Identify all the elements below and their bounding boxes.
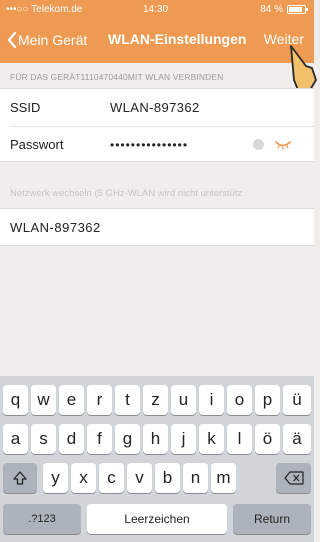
key-e[interactable]: e xyxy=(59,385,84,415)
key-s[interactable]: s xyxy=(31,424,56,454)
key-j[interactable]: j xyxy=(171,424,196,454)
key-k[interactable]: k xyxy=(199,424,224,454)
shift-key[interactable] xyxy=(3,463,37,493)
numbers-mode-key[interactable]: .?123 xyxy=(3,504,81,534)
key-l[interactable]: l xyxy=(227,424,252,454)
key-q[interactable]: q xyxy=(3,385,28,415)
key-z[interactable]: z xyxy=(143,385,168,415)
key-c[interactable]: c xyxy=(99,463,124,493)
key-ae[interactable]: ä xyxy=(283,424,311,454)
chevron-left-icon xyxy=(7,31,17,49)
key-g[interactable]: g xyxy=(115,424,140,454)
key-t[interactable]: t xyxy=(115,385,140,415)
key-oe[interactable]: ö xyxy=(255,424,280,454)
back-label: Mein Gerät xyxy=(18,32,88,48)
backspace-key[interactable] xyxy=(276,463,311,493)
key-ue[interactable]: ü xyxy=(283,385,311,415)
key-w[interactable]: w xyxy=(31,385,56,415)
ssid-label: SSID xyxy=(10,100,41,115)
page-title: WLAN-Einstellungen xyxy=(108,31,247,47)
key-o[interactable]: o xyxy=(227,385,252,415)
section-header-connect: FÜR DAS GERÄT1110470440MIT WLAN VERBINDE… xyxy=(10,72,224,82)
key-p[interactable]: p xyxy=(255,385,280,415)
navigation-bar: Mein Gerät WLAN-Einstellungen Weiter xyxy=(0,22,314,58)
key-v[interactable]: v xyxy=(127,463,152,493)
key-f[interactable]: f xyxy=(87,424,112,454)
key-b[interactable]: b xyxy=(155,463,180,493)
top-bar: •••○○ Telekom.de 14:30 84 % Mein Gerät W… xyxy=(0,0,314,63)
key-u[interactable]: u xyxy=(171,385,196,415)
keyboard: q w e r t z u i o p ü a s d f g h j k l … xyxy=(0,376,314,542)
key-d[interactable]: d xyxy=(59,424,84,454)
key-n[interactable]: n xyxy=(183,463,208,493)
section-header-network: Netzwerk wechseln (5 GHz-WLAN wird nicht… xyxy=(10,188,243,199)
ssid-row[interactable]: SSID WLAN-897362 xyxy=(0,89,314,126)
network-list: WLAN-897362 xyxy=(0,208,314,246)
wifi-credentials-group: SSID WLAN-897362 Passwort ••••••••••••••… xyxy=(0,88,314,162)
hand-pointer-icon xyxy=(290,45,317,91)
key-y[interactable]: y xyxy=(43,463,68,493)
clock: 14:30 xyxy=(143,4,169,15)
battery-indicator: 84 % xyxy=(260,4,308,15)
status-bar: •••○○ Telekom.de 14:30 84 % xyxy=(0,0,314,20)
password-label: Passwort xyxy=(10,137,64,152)
clear-icon[interactable] xyxy=(253,139,264,150)
key-h[interactable]: h xyxy=(143,424,168,454)
back-button[interactable]: Mein Gerät xyxy=(6,30,87,50)
battery-icon xyxy=(287,5,308,14)
password-field[interactable]: ••••••••••••••• xyxy=(110,138,188,152)
shift-icon xyxy=(13,471,27,485)
space-key[interactable]: Leerzeichen xyxy=(87,504,227,534)
password-row[interactable]: Passwort ••••••••••••••• xyxy=(0,126,314,163)
network-name: WLAN-897362 xyxy=(10,220,101,235)
ssid-field[interactable]: WLAN-897362 xyxy=(110,100,200,115)
key-r[interactable]: r xyxy=(87,385,112,415)
key-m[interactable]: m xyxy=(211,463,236,493)
key-a[interactable]: a xyxy=(3,424,28,454)
key-x[interactable]: x xyxy=(71,463,96,493)
backspace-icon xyxy=(283,471,304,485)
eye-icon[interactable] xyxy=(274,137,292,151)
return-key[interactable]: Return xyxy=(233,504,311,534)
battery-percent: 84 % xyxy=(260,4,283,15)
carrier-label: •••○○ Telekom.de xyxy=(6,4,83,15)
key-i[interactable]: i xyxy=(199,385,224,415)
network-list-item[interactable]: WLAN-897362 xyxy=(0,209,314,246)
